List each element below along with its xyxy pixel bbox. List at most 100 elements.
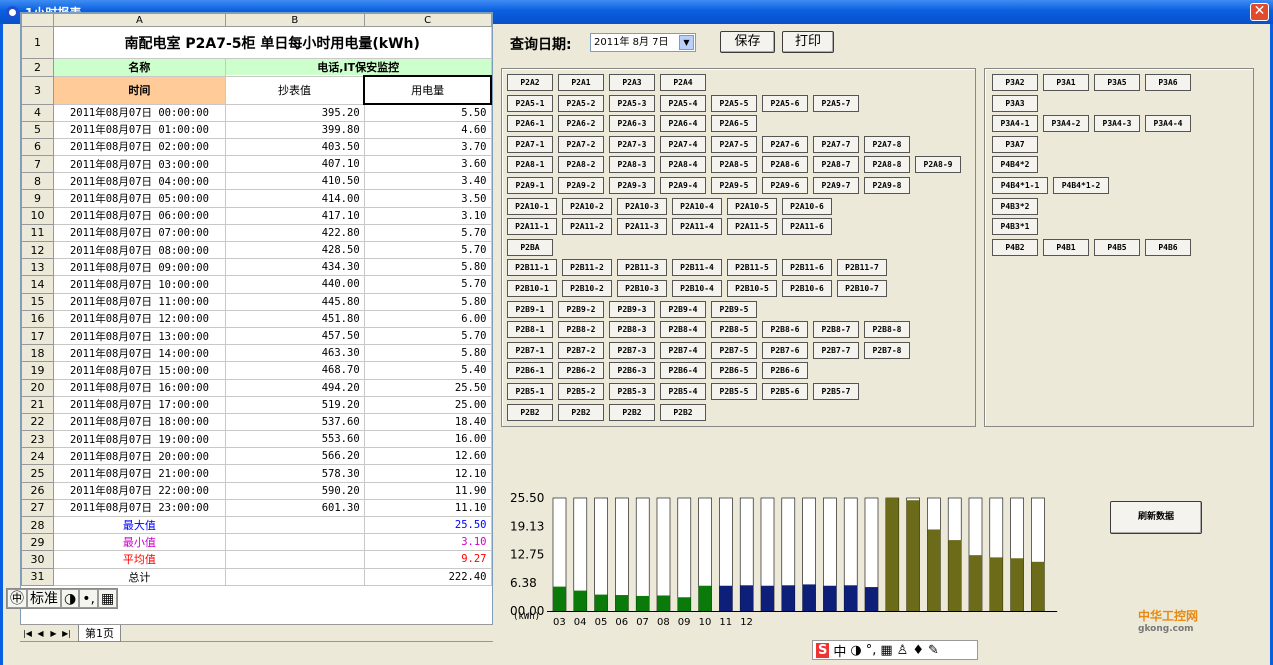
cabinet-button-p2a9-2[interactable]: P2A9-2 bbox=[558, 177, 604, 194]
usage-cell[interactable]: 11.90 bbox=[363, 481, 492, 500]
row-number[interactable]: 28 bbox=[21, 515, 54, 535]
usage-cell[interactable]: 11.10 bbox=[363, 498, 492, 518]
usage-cell[interactable]: 18.40 bbox=[363, 412, 492, 432]
cabinet-button-p2b8-3[interactable]: P2B8-3 bbox=[609, 321, 655, 339]
cabinet-button-p2ba[interactable]: P2BA bbox=[507, 238, 553, 256]
cabinet-button-p4b3-2[interactable]: P4B3*2 bbox=[992, 197, 1038, 215]
save-button[interactable]: 保存 bbox=[720, 31, 775, 53]
cabinet-button-p2b6-6[interactable]: P2B6-6 bbox=[762, 362, 808, 380]
cabinet-button-p3a4-4[interactable]: P3A4-4 bbox=[1145, 115, 1191, 133]
cabinet-button-p2b9-3[interactable]: P2B9-3 bbox=[609, 300, 655, 318]
row-number[interactable]: 7 bbox=[21, 155, 54, 174]
user-icon[interactable]: ♙ bbox=[897, 643, 909, 658]
cabinet-button-p2a11-2[interactable]: P2A11-2 bbox=[562, 218, 612, 236]
cabinet-button-p4b5[interactable]: P4B5 bbox=[1094, 238, 1140, 256]
cabinet-button-p3a2[interactable]: P3A2 bbox=[992, 74, 1038, 91]
cabinet-button-p2a11-5[interactable]: P2A11-5 bbox=[727, 218, 777, 236]
cabinet-button-p2a8-5[interactable]: P2A8-5 bbox=[711, 156, 757, 174]
time-cell[interactable]: 2011年08月07日 13:00:00 bbox=[52, 326, 226, 346]
usage-cell[interactable]: 3.40 bbox=[363, 172, 492, 191]
usage-cell[interactable]: 5.70 bbox=[363, 240, 492, 260]
print-button[interactable]: 打印 bbox=[782, 31, 834, 53]
reading-cell[interactable]: 590.20 bbox=[224, 481, 365, 500]
reading-cell[interactable]: 414.00 bbox=[224, 189, 365, 208]
reading-cell[interactable]: 434.30 bbox=[224, 258, 365, 277]
date-picker[interactable]: 2011年 8月 7日 ▼ bbox=[590, 33, 696, 52]
cabinet-button-p2b6-3[interactable]: P2B6-3 bbox=[609, 362, 655, 380]
row-number[interactable]: 23 bbox=[21, 430, 54, 449]
row-number[interactable]: 8 bbox=[21, 172, 54, 191]
usage-cell[interactable]: 3.50 bbox=[363, 189, 492, 208]
empty-cell[interactable] bbox=[224, 550, 365, 569]
shirt-icon[interactable]: ♦ bbox=[912, 643, 924, 658]
row-number[interactable]: 29 bbox=[21, 533, 54, 552]
usage-cell[interactable]: 4.60 bbox=[363, 120, 492, 139]
row-number[interactable]: 10 bbox=[21, 206, 54, 225]
cabinet-button-p3a4-3[interactable]: P3A4-3 bbox=[1094, 115, 1140, 133]
ime-mode-label[interactable]: 标准 bbox=[27, 589, 61, 608]
avg-value[interactable]: 9.27 bbox=[363, 550, 492, 569]
cabinet-button-p2a10-4[interactable]: P2A10-4 bbox=[672, 197, 722, 215]
time-cell[interactable]: 2011年08月07日 18:00:00 bbox=[52, 412, 226, 432]
row-number[interactable]: 9 bbox=[21, 189, 54, 208]
row-number[interactable]: 12 bbox=[21, 240, 54, 260]
chinese-mode-icon[interactable]: 中 bbox=[833, 641, 846, 660]
cabinet-button-p2b8-6[interactable]: P2B8-6 bbox=[762, 321, 808, 339]
cabinet-button-p2b10-6[interactable]: P2B10-6 bbox=[782, 280, 832, 297]
cabinet-button-p2a5-7[interactable]: P2A5-7 bbox=[813, 94, 859, 112]
reading-cell[interactable]: 601.30 bbox=[224, 498, 365, 518]
cabinet-button-p2b6-2[interactable]: P2B6-2 bbox=[558, 362, 604, 380]
cabinet-button-p2b7-5[interactable]: P2B7-5 bbox=[711, 341, 757, 359]
row-number[interactable]: 26 bbox=[21, 481, 54, 500]
next-sheet-button[interactable]: ▶ bbox=[48, 628, 59, 639]
cabinet-button-p2b6-5[interactable]: P2B6-5 bbox=[711, 362, 757, 380]
cabinet-button-p2b8-8[interactable]: P2B8-8 bbox=[864, 321, 910, 339]
cabinet-button-p2a5-1[interactable]: P2A5-1 bbox=[507, 94, 553, 112]
cabinet-button-p3a5[interactable]: P3A5 bbox=[1094, 74, 1140, 91]
row-number[interactable]: 4 bbox=[21, 103, 54, 122]
cabinet-button-p2a6-2[interactable]: P2A6-2 bbox=[558, 115, 604, 133]
cabinet-button-p2b9-2[interactable]: P2B9-2 bbox=[558, 300, 604, 318]
empty-cell[interactable] bbox=[224, 567, 365, 586]
cabinet-button-p2b5-3[interactable]: P2B5-3 bbox=[609, 383, 655, 400]
time-cell[interactable]: 2011年08月07日 14:00:00 bbox=[52, 344, 226, 363]
cabinet-button-p4b3-1[interactable]: P4B3*1 bbox=[992, 218, 1038, 236]
row-number[interactable]: 6 bbox=[21, 137, 54, 157]
cabinet-button-p2a6-1[interactable]: P2A6-1 bbox=[507, 115, 553, 133]
reading-cell[interactable]: 407.10 bbox=[224, 155, 365, 174]
avg-label[interactable]: 平均值 bbox=[52, 550, 226, 569]
cabinet-button-p2a2[interactable]: P2A2 bbox=[507, 74, 553, 91]
time-header[interactable]: 时间 bbox=[52, 75, 226, 105]
refresh-chart-button[interactable]: 刷新数据 bbox=[1110, 501, 1202, 534]
cabinet-button-p2b10-1[interactable]: P2B10-1 bbox=[507, 280, 557, 297]
time-cell[interactable]: 2011年08月07日 15:00:00 bbox=[52, 361, 226, 380]
empty-cell[interactable] bbox=[224, 533, 365, 552]
cabinet-button-p2b10-5[interactable]: P2B10-5 bbox=[727, 280, 777, 297]
reading-cell[interactable]: 494.20 bbox=[224, 378, 365, 397]
usage-cell[interactable]: 3.70 bbox=[363, 137, 492, 157]
cabinet-button-p2b5-6[interactable]: P2B5-6 bbox=[762, 383, 808, 400]
row-number[interactable]: 17 bbox=[21, 326, 54, 346]
row-number[interactable]: 1 bbox=[21, 26, 54, 59]
close-button[interactable]: ✕ bbox=[1250, 3, 1269, 21]
cabinet-button-p2a9-6[interactable]: P2A9-6 bbox=[762, 177, 808, 194]
cabinet-button-p2b11-4[interactable]: P2B11-4 bbox=[672, 259, 722, 277]
cabinet-button-p2a5-5[interactable]: P2A5-5 bbox=[711, 94, 757, 112]
cabinet-button-p2a8-2[interactable]: P2A8-2 bbox=[558, 156, 604, 174]
cabinet-button-p3a4-2[interactable]: P3A4-2 bbox=[1043, 115, 1089, 133]
cabinet-button-p2b5-4[interactable]: P2B5-4 bbox=[660, 383, 706, 400]
cabinet-button-p2a7-6[interactable]: P2A7-6 bbox=[762, 135, 808, 153]
reading-cell[interactable]: 399.80 bbox=[224, 120, 365, 139]
cabinet-button-p2b8-1[interactable]: P2B8-1 bbox=[507, 321, 553, 339]
reading-cell[interactable]: 422.80 bbox=[224, 223, 365, 243]
cabinet-button-p2b7-8[interactable]: P2B7-8 bbox=[864, 341, 910, 359]
cabinet-button-p2b5-5[interactable]: P2B5-5 bbox=[711, 383, 757, 400]
time-cell[interactable]: 2011年08月07日 22:00:00 bbox=[52, 481, 226, 500]
reading-cell[interactable]: 445.80 bbox=[224, 292, 365, 311]
cabinet-button-p2b11-3[interactable]: P2B11-3 bbox=[617, 259, 667, 277]
cabinet-button-p2b10-4[interactable]: P2B10-4 bbox=[672, 280, 722, 297]
cabinet-button-p4b1[interactable]: P4B1 bbox=[1043, 238, 1089, 256]
usage-cell[interactable]: 5.70 bbox=[363, 326, 492, 346]
usage-cell[interactable]: 3.60 bbox=[363, 155, 492, 174]
cabinet-button-p2b7-3[interactable]: P2B7-3 bbox=[609, 341, 655, 359]
